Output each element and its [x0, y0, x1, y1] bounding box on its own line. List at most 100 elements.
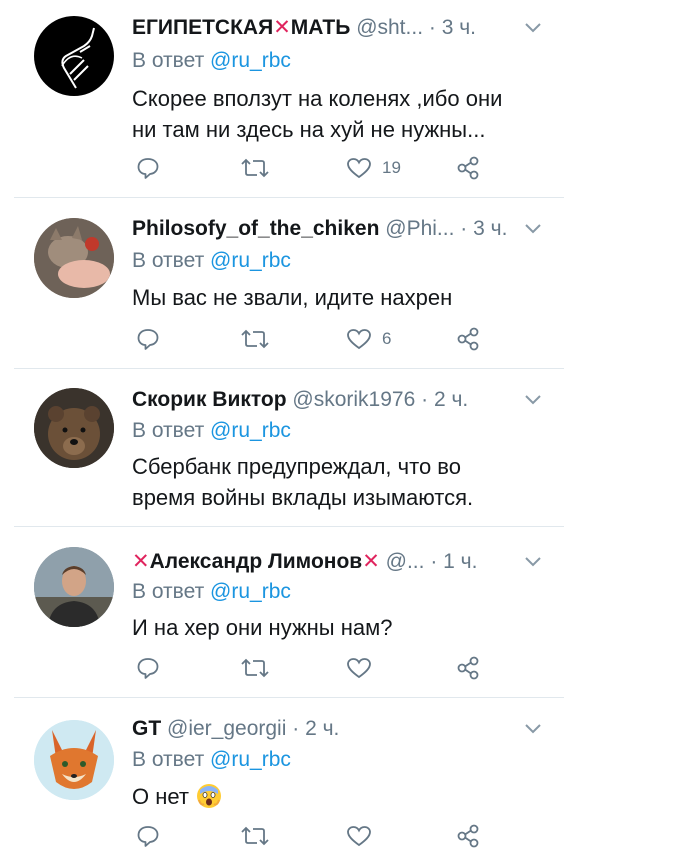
- x-mark-icon: ✕: [273, 16, 291, 39]
- timestamp[interactable]: · 3 ч.: [460, 217, 507, 240]
- share-icon: [457, 156, 479, 180]
- display-name-suffix[interactable]: МАТЬ: [291, 16, 351, 39]
- retweet-icon: [241, 329, 269, 349]
- like-icon: [347, 826, 371, 847]
- tweet-2[interactable]: Philosofy_of_the_chiken @Phi... · 3 ч. В…: [0, 198, 684, 368]
- text-line: ни там ни здесь на хуй не нужны...: [132, 117, 486, 142]
- action-bar: [0, 821, 684, 851]
- text-line: Сбербанк предупреждал, что во: [132, 454, 461, 479]
- timestamp[interactable]: · 2 ч.: [421, 388, 468, 411]
- reply-prefix: В ответ: [132, 580, 205, 603]
- action-bar: [0, 653, 684, 683]
- tweet-4[interactable]: ✕Александр Лимонов✕ @... · 1 ч. В ответ …: [0, 527, 684, 697]
- chevron-down-icon[interactable]: [524, 394, 542, 406]
- handle[interactable]: @ier_georgii: [167, 717, 286, 740]
- tweet-text: Скорее вползут на коленях ,ибо они ни та…: [132, 83, 532, 145]
- like-button[interactable]: 6: [346, 324, 391, 354]
- retweet-icon: [241, 158, 269, 178]
- x-mark-icon: ✕: [362, 550, 380, 573]
- avatar[interactable]: [34, 388, 114, 468]
- reply-button[interactable]: [136, 653, 160, 683]
- tweet-1[interactable]: ЕГИПЕТСКАЯ✕МАТЬ @sht... · 3 ч. В ответ @…: [0, 0, 684, 197]
- retweet-button[interactable]: [240, 821, 270, 851]
- mention-link[interactable]: @ru_rbc: [210, 419, 291, 442]
- text-line: Скорее вползут на коленях ,ибо они: [132, 86, 503, 111]
- share-icon: [457, 824, 479, 848]
- like-icon: [347, 658, 371, 679]
- handle[interactable]: @Phi...: [385, 217, 454, 240]
- retweet-button[interactable]: [240, 324, 270, 354]
- reply-icon: [137, 826, 159, 847]
- action-bar: 6: [0, 324, 684, 354]
- share-icon: [457, 656, 479, 680]
- mention-link[interactable]: @ru_rbc: [210, 748, 291, 771]
- reply-button[interactable]: [136, 153, 160, 183]
- tweet-5[interactable]: GT @ier_georgii · 2 ч. В ответ @ru_rbc О…: [0, 698, 684, 865]
- share-button[interactable]: [455, 153, 481, 183]
- like-count: 19: [382, 158, 401, 177]
- tweet-text: О нет: [132, 781, 532, 812]
- mention-link[interactable]: @ru_rbc: [210, 49, 291, 72]
- mention-link[interactable]: @ru_rbc: [210, 249, 291, 272]
- screaming-face-emoji: [197, 784, 222, 808]
- like-count: 6: [382, 329, 392, 348]
- reply-icon: [137, 658, 159, 679]
- reply-button[interactable]: [136, 821, 160, 851]
- chevron-down-icon[interactable]: [524, 723, 542, 735]
- like-icon: [347, 158, 371, 179]
- x-mark-icon: ✕: [132, 550, 150, 573]
- like-button[interactable]: [346, 653, 372, 683]
- like-button[interactable]: 19: [346, 153, 401, 183]
- display-name[interactable]: Александр Лимонов: [150, 550, 363, 573]
- handle[interactable]: @...: [386, 550, 425, 573]
- mention-link[interactable]: @ru_rbc: [210, 580, 291, 603]
- display-name[interactable]: Скорик Виктор: [132, 388, 287, 411]
- avatar[interactable]: [34, 547, 114, 627]
- handle[interactable]: @skorik1976: [292, 388, 415, 411]
- retweet-icon: [241, 826, 269, 846]
- reply-context: В ответ @ru_rbc: [132, 418, 291, 444]
- reply-context: В ответ @ru_rbc: [132, 248, 291, 274]
- share-icon: [457, 327, 479, 351]
- reply-prefix: В ответ: [132, 249, 205, 272]
- chevron-down-icon[interactable]: [524, 223, 542, 235]
- display-name[interactable]: GT: [132, 717, 161, 740]
- tweet-text: Мы вас не звали, идите нахрен: [132, 282, 532, 313]
- tweet-text: Сбербанк предупреждал, что во время войн…: [132, 451, 532, 513]
- display-name[interactable]: ЕГИПЕТСКАЯ: [132, 16, 273, 39]
- retweet-icon: [241, 658, 269, 678]
- timestamp[interactable]: · 2 ч.: [292, 717, 339, 740]
- reply-context: В ответ @ru_rbc: [132, 48, 291, 74]
- retweet-button[interactable]: [240, 153, 270, 183]
- share-button[interactable]: [455, 653, 481, 683]
- avatar[interactable]: [34, 16, 114, 96]
- reply-context: В ответ @ru_rbc: [132, 579, 291, 605]
- avatar[interactable]: [34, 720, 114, 800]
- timestamp[interactable]: · 3 ч.: [429, 16, 476, 39]
- like-icon: [347, 329, 371, 350]
- tweet-text: И на хер они нужны нам?: [132, 612, 532, 643]
- text-line: И на хер они нужны нам?: [132, 615, 393, 640]
- reply-prefix: В ответ: [132, 419, 205, 442]
- handle[interactable]: @sht...: [356, 16, 423, 39]
- tweet-3[interactable]: Скорик Виктор @skorik1976 · 2 ч. В ответ…: [0, 369, 684, 526]
- reply-button[interactable]: [136, 324, 160, 354]
- chevron-down-icon[interactable]: [524, 22, 542, 34]
- reply-prefix: В ответ: [132, 748, 205, 771]
- text-line: Мы вас не звали, идите нахрен: [132, 285, 453, 310]
- chevron-down-icon[interactable]: [524, 556, 542, 568]
- reply-prefix: В ответ: [132, 49, 205, 72]
- share-button[interactable]: [455, 324, 481, 354]
- reply-icon: [137, 329, 159, 350]
- share-button[interactable]: [455, 821, 481, 851]
- action-bar: 19: [0, 153, 684, 183]
- avatar[interactable]: [34, 218, 114, 298]
- retweet-button[interactable]: [240, 653, 270, 683]
- reply-context: В ответ @ru_rbc: [132, 747, 291, 773]
- text-line: время войны вклады изымаются.: [132, 485, 474, 510]
- text-line: О нет: [132, 784, 189, 809]
- reply-icon: [137, 158, 159, 179]
- timestamp[interactable]: · 1 ч.: [430, 550, 477, 573]
- display-name[interactable]: Philosofy_of_the_chiken: [132, 217, 379, 240]
- like-button[interactable]: [346, 821, 372, 851]
